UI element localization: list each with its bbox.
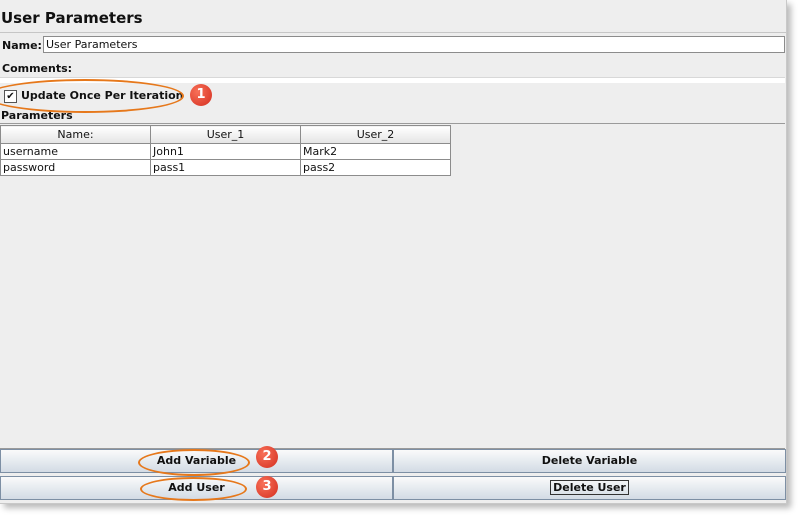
table-cell[interactable]: pass2 <box>300 159 451 176</box>
table-row[interactable]: username John1 Mark2 <box>0 143 451 160</box>
title-separator <box>0 32 786 33</box>
column-header-user-1[interactable]: User_1 <box>150 125 301 144</box>
callout-badge-1: 1 <box>190 84 212 106</box>
column-header-user-2[interactable]: User_2 <box>300 125 451 144</box>
comments-label: Comments: <box>2 62 73 75</box>
table-cell[interactable]: Mark2 <box>300 143 451 160</box>
table-header-row: Name: User_1 User_2 <box>0 125 451 144</box>
delete-user-label: Delete User <box>550 480 629 495</box>
name-field[interactable] <box>43 36 785 53</box>
callout-badge-2: 2 <box>256 446 278 468</box>
table-cell[interactable]: John1 <box>150 143 301 160</box>
parameters-table[interactable]: Name: User_1 User_2 username John1 Mark2… <box>0 125 451 176</box>
panel-title: User Parameters <box>1 9 143 27</box>
table-cell[interactable]: pass1 <box>150 159 301 176</box>
highlight-ellipse-add-variable <box>138 449 250 476</box>
table-cell[interactable]: password <box>0 159 151 176</box>
table-cell[interactable]: username <box>0 143 151 160</box>
name-label: Name: <box>2 39 42 52</box>
user-parameters-panel: User Parameters Name: Comments: ✔ Update… <box>0 0 787 504</box>
highlight-ellipse-add-user <box>140 477 247 501</box>
table-row[interactable]: password pass1 pass2 <box>0 159 451 176</box>
delete-variable-button[interactable]: Delete Variable <box>393 449 786 473</box>
delete-user-button[interactable]: Delete User <box>393 476 786 500</box>
parameters-table-area[interactable]: Name: User_1 User_2 username John1 Mark2… <box>0 123 785 449</box>
callout-badge-3: 3 <box>256 476 278 498</box>
column-header-name[interactable]: Name: <box>0 125 151 144</box>
